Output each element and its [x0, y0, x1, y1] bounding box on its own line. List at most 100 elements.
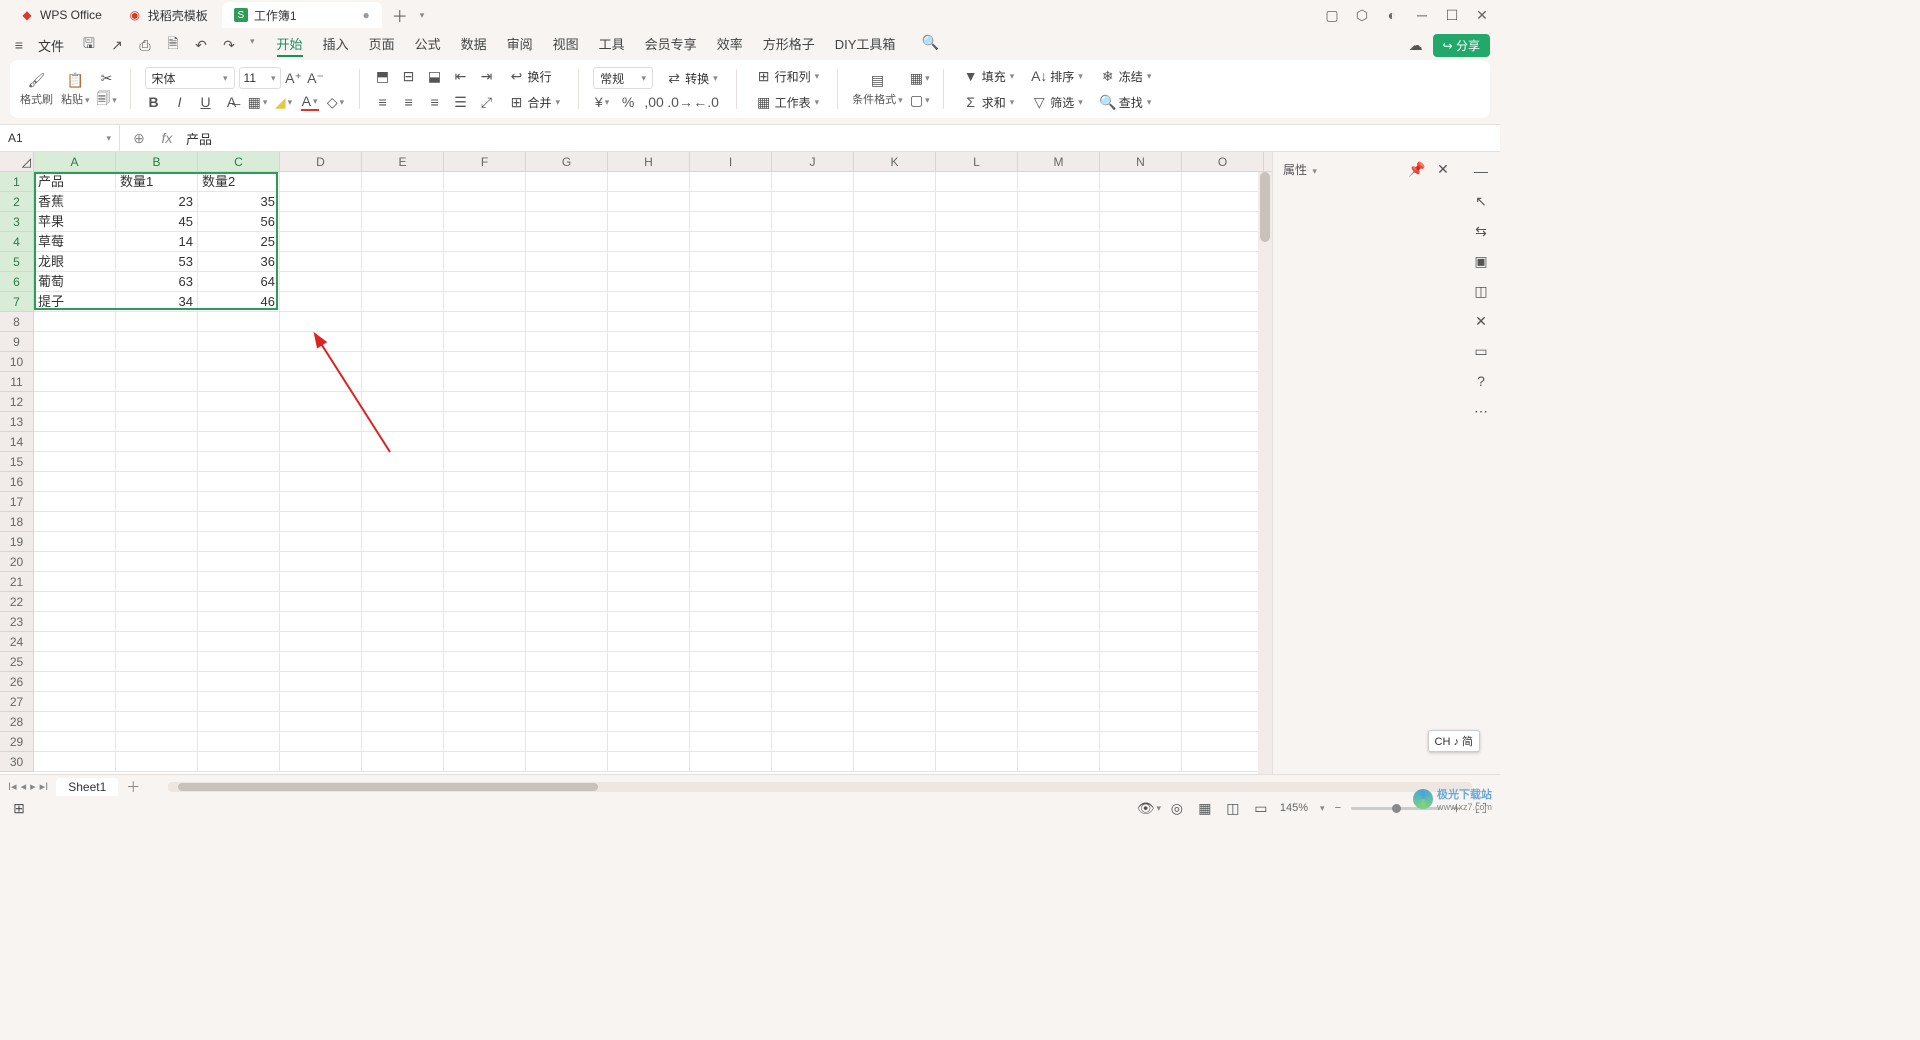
underline-icon[interactable]: U — [197, 93, 215, 111]
cell[interactable] — [116, 652, 198, 672]
cell[interactable] — [526, 692, 608, 712]
cell[interactable] — [936, 472, 1018, 492]
cell[interactable]: 龙眼 — [34, 252, 116, 272]
cell[interactable] — [444, 532, 526, 552]
cell[interactable] — [1100, 712, 1182, 732]
cell[interactable] — [690, 692, 772, 712]
row-header[interactable]: 24 — [0, 632, 34, 652]
cell[interactable] — [608, 392, 690, 412]
cell[interactable] — [1100, 552, 1182, 572]
cell[interactable] — [608, 292, 690, 312]
row-header[interactable]: 25 — [0, 652, 34, 672]
cell[interactable] — [198, 752, 280, 772]
cell[interactable] — [690, 572, 772, 592]
cell[interactable] — [772, 752, 854, 772]
more-rail-icon[interactable]: ⋯ — [1472, 402, 1490, 420]
col-header[interactable]: D — [280, 152, 362, 171]
cell[interactable] — [772, 292, 854, 312]
select-all-corner[interactable]: ◿ — [0, 152, 34, 171]
cell[interactable] — [1100, 412, 1182, 432]
cell[interactable] — [1018, 212, 1100, 232]
cell[interactable] — [116, 592, 198, 612]
cell[interactable] — [444, 212, 526, 232]
help-rail-icon[interactable]: ? — [1472, 372, 1490, 390]
cell[interactable] — [936, 612, 1018, 632]
col-header[interactable]: N — [1100, 152, 1182, 171]
sheet-prev-icon[interactable]: ◂ — [21, 780, 27, 793]
cell[interactable] — [280, 332, 362, 352]
cell[interactable] — [690, 632, 772, 652]
cell[interactable] — [608, 572, 690, 592]
cell[interactable] — [936, 452, 1018, 472]
cell[interactable] — [936, 492, 1018, 512]
cell[interactable] — [1100, 312, 1182, 332]
cell[interactable] — [34, 512, 116, 532]
cell[interactable] — [1018, 692, 1100, 712]
cell[interactable] — [936, 652, 1018, 672]
cell[interactable] — [1182, 372, 1264, 392]
align-center-icon[interactable]: ≡ — [400, 93, 418, 111]
cell[interactable] — [936, 552, 1018, 572]
cell[interactable] — [690, 412, 772, 432]
cond-format-button[interactable]: ▤ 条件格式▾ — [852, 65, 903, 113]
cell[interactable] — [444, 352, 526, 372]
cell[interactable] — [854, 452, 936, 472]
minimize-button[interactable]: ─ — [1414, 7, 1430, 23]
cell[interactable] — [772, 252, 854, 272]
ribbon-tab-diy[interactable]: DIY工具箱 — [835, 34, 896, 57]
row-header[interactable]: 5 — [0, 252, 34, 272]
cell[interactable] — [936, 352, 1018, 372]
cell[interactable] — [1018, 652, 1100, 672]
cell[interactable] — [362, 532, 444, 552]
row-header[interactable]: 23 — [0, 612, 34, 632]
cell[interactable] — [608, 752, 690, 772]
cell[interactable] — [1018, 672, 1100, 692]
select-icon[interactable]: ↖ — [1472, 192, 1490, 210]
cell[interactable] — [772, 352, 854, 372]
cell[interactable] — [772, 532, 854, 552]
cell[interactable] — [526, 172, 608, 192]
cell[interactable] — [116, 672, 198, 692]
cell[interactable] — [280, 352, 362, 372]
cell[interactable] — [526, 572, 608, 592]
cell[interactable] — [34, 672, 116, 692]
cell[interactable] — [1100, 512, 1182, 532]
row-header[interactable]: 20 — [0, 552, 34, 572]
cell[interactable] — [444, 332, 526, 352]
row-header[interactable]: 11 — [0, 372, 34, 392]
cell[interactable] — [608, 592, 690, 612]
cell[interactable] — [1182, 312, 1264, 332]
cell[interactable] — [34, 472, 116, 492]
cell[interactable] — [116, 472, 198, 492]
cell[interactable] — [690, 212, 772, 232]
cell[interactable] — [1182, 632, 1264, 652]
cell[interactable] — [526, 392, 608, 412]
cell[interactable] — [608, 172, 690, 192]
share-button[interactable]: ↪ 分享 — [1433, 34, 1490, 57]
cell[interactable] — [280, 192, 362, 212]
cell[interactable] — [526, 212, 608, 232]
user-avatar-icon[interactable]: ◐ — [1384, 7, 1400, 23]
cell[interactable] — [526, 412, 608, 432]
strike-icon[interactable]: A̶ — [223, 93, 241, 111]
font-size-select[interactable]: 11▾ — [239, 67, 281, 89]
border-icon[interactable]: ▦▾ — [249, 93, 267, 111]
find-button[interactable]: 🔍查找▾ — [1095, 91, 1156, 113]
fill-button[interactable]: ▼填充▾ — [958, 65, 1019, 87]
ribbon-tab-tools[interactable]: 工具 — [599, 34, 625, 57]
cell[interactable] — [1182, 512, 1264, 532]
cell[interactable] — [1100, 432, 1182, 452]
cell[interactable] — [854, 652, 936, 672]
redo-icon[interactable]: ↷ — [220, 36, 238, 54]
cell[interactable] — [444, 472, 526, 492]
cell[interactable] — [772, 492, 854, 512]
cell[interactable] — [936, 752, 1018, 772]
cell[interactable] — [280, 472, 362, 492]
cell[interactable] — [772, 552, 854, 572]
cell[interactable] — [1100, 192, 1182, 212]
cell[interactable] — [936, 412, 1018, 432]
cell[interactable] — [198, 452, 280, 472]
cell[interactable] — [690, 392, 772, 412]
cell[interactable] — [854, 392, 936, 412]
row-header[interactable]: 2 — [0, 192, 34, 212]
